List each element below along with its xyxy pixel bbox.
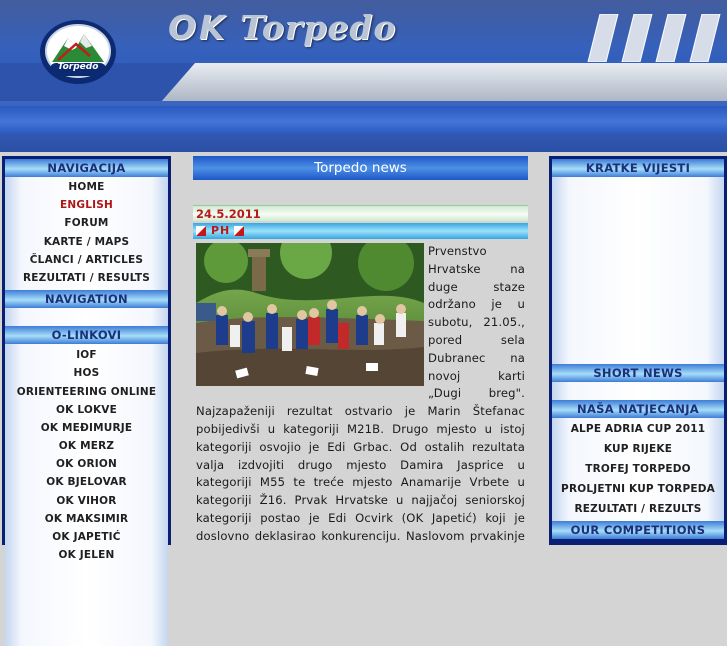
nav-item-articles[interactable]: ČLANCI / ARTICLES (5, 251, 168, 269)
navigation-heading: NAVIGATION (5, 290, 168, 309)
nav-item-forum[interactable]: FORUM (5, 214, 168, 232)
logo-text: Torpedo (57, 62, 99, 72)
navigation-spacer (5, 308, 168, 327)
article-date: 24.5.2011 (193, 205, 528, 221)
header-blue-strip (0, 106, 727, 134)
link-ok-vihor[interactable]: OK VIHOR (5, 492, 168, 510)
orienteering-race-photo (196, 243, 424, 386)
red-triangle-icon (196, 226, 206, 236)
site-title: OK Torpedo (168, 8, 396, 47)
competitions-list: ALPE ADRIA CUP 2011 KUP RIJEKE TROFEJ TO… (552, 418, 724, 521)
article-body: Prvenstvo Hrvatske na duge staze održano… (196, 243, 525, 545)
o-linkovi-list: IOF HOS ORIENTEERING ONLINE OK LOKVE OK … (5, 344, 168, 646)
link-iof[interactable]: IOF (5, 346, 168, 364)
competition-kup-rijeke[interactable]: KUP RIJEKE (552, 439, 724, 459)
competition-alpe-adria[interactable]: ALPE ADRIA CUP 2011 (552, 419, 724, 439)
our-competitions-heading: OUR COMPETITIONS (552, 521, 724, 539)
short-news-box (552, 382, 724, 400)
link-ok-bjelovar[interactable]: OK BJELOVAR (5, 473, 168, 491)
site-header: Torpedo OK Torpedo (0, 0, 727, 152)
link-orienteering-online[interactable]: ORIENTEERING ONLINE (5, 383, 168, 401)
link-ok-maksimir[interactable]: OK MAKSIMIR (5, 510, 168, 528)
competition-results[interactable]: REZULTATI / REZULTS (552, 499, 724, 519)
nav-item-results[interactable]: REZULTATI / RESULTS (5, 269, 168, 287)
link-ok-lokve[interactable]: OK LOKVE (5, 401, 168, 419)
nav-item-maps[interactable]: KARTE / MAPS (5, 233, 168, 251)
navigacija-heading: NAVIGACIJA (5, 159, 168, 177)
nav-item-home[interactable]: HOME (5, 178, 168, 196)
link-ok-japetic[interactable]: OK JAPETIĆ (5, 528, 168, 546)
article-tag-bar: PH (193, 223, 528, 239)
link-ok-medimurje[interactable]: OK MEĐIMURJE (5, 419, 168, 437)
link-ok-merz[interactable]: OK MERZ (5, 437, 168, 455)
club-logo[interactable]: Torpedo (38, 16, 118, 86)
article-tag: PH (211, 224, 231, 237)
kratke-vijesti-heading: KRATKE VIJESTI (552, 159, 724, 177)
site-title-ok: OK (168, 8, 228, 47)
competition-proljetni-kup[interactable]: PROLJETNI KUP TORPEDA (552, 479, 724, 499)
news-banner: Torpedo news (193, 156, 528, 180)
mountain-logo-icon (40, 20, 116, 84)
site-title-name: Torpedo (240, 8, 397, 47)
kratke-vijesti-box (552, 177, 724, 364)
right-sidebar: KRATKE VIJESTI SHORT NEWS NAŠA NATJECANJ… (549, 156, 727, 545)
nav-item-english[interactable]: ENGLISH (5, 196, 168, 214)
o-linkovi-heading: O-LINKOVI (5, 326, 168, 345)
competition-trofej-torpedo[interactable]: TROFEJ TORPEDO (552, 459, 724, 479)
link-hos[interactable]: HOS (5, 364, 168, 382)
link-ok-jelen[interactable]: OK JELEN (5, 546, 168, 564)
header-stripes-decoration (587, 14, 721, 62)
red-triangle-icon (234, 226, 244, 236)
link-ok-orion[interactable]: OK ORION (5, 455, 168, 473)
main-content: Torpedo news 24.5.2011 PH Prvenstvo Hrva… (193, 156, 528, 545)
nasa-natjecanja-heading: NAŠA NATJECANJA (552, 400, 724, 418)
left-sidebar: NAVIGACIJA HOME ENGLISH FORUM KARTE / MA… (2, 156, 171, 646)
navigacija-list: HOME ENGLISH FORUM KARTE / MAPS ČLANCI /… (5, 177, 168, 291)
short-news-heading: SHORT NEWS (552, 364, 724, 382)
article-photo[interactable] (196, 243, 424, 386)
